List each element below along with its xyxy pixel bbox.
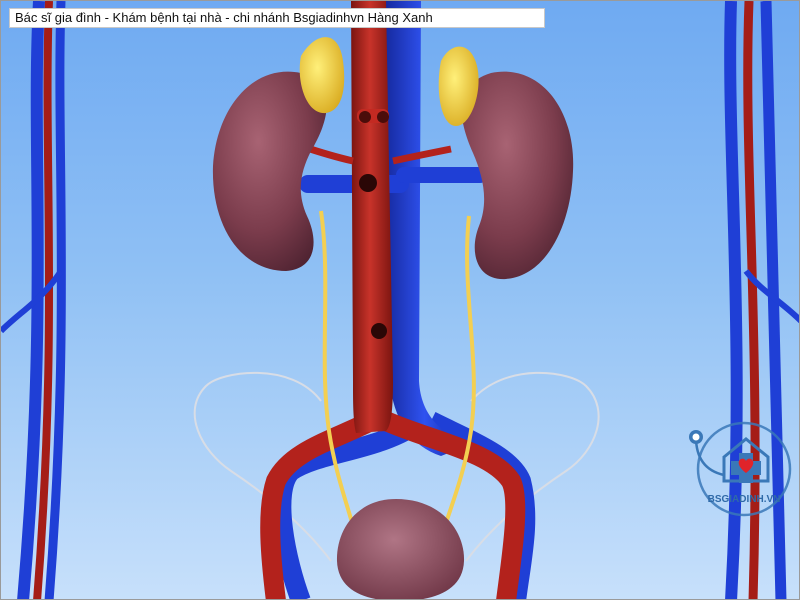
logo-text: BSGIADINH.VN bbox=[708, 494, 781, 505]
renal-artery-opening bbox=[359, 174, 377, 192]
image-caption: Bác sĩ gia đình - Khám bệnh tại nhà - ch… bbox=[9, 8, 545, 28]
stethoscope-icon bbox=[689, 430, 725, 477]
aorta bbox=[351, 1, 393, 433]
urinary-bladder bbox=[336, 499, 465, 599]
celiac-trunk bbox=[357, 109, 389, 123]
mesenteric-artery-opening bbox=[371, 323, 387, 339]
anatomy-illustration bbox=[1, 1, 799, 599]
image-frame: Bác sĩ gia đình - Khám bệnh tại nhà - ch… bbox=[0, 0, 800, 600]
bsgiadinh-logo: BSGIADINH.VN bbox=[689, 421, 792, 517]
left-side-vessels bbox=[1, 1, 66, 599]
